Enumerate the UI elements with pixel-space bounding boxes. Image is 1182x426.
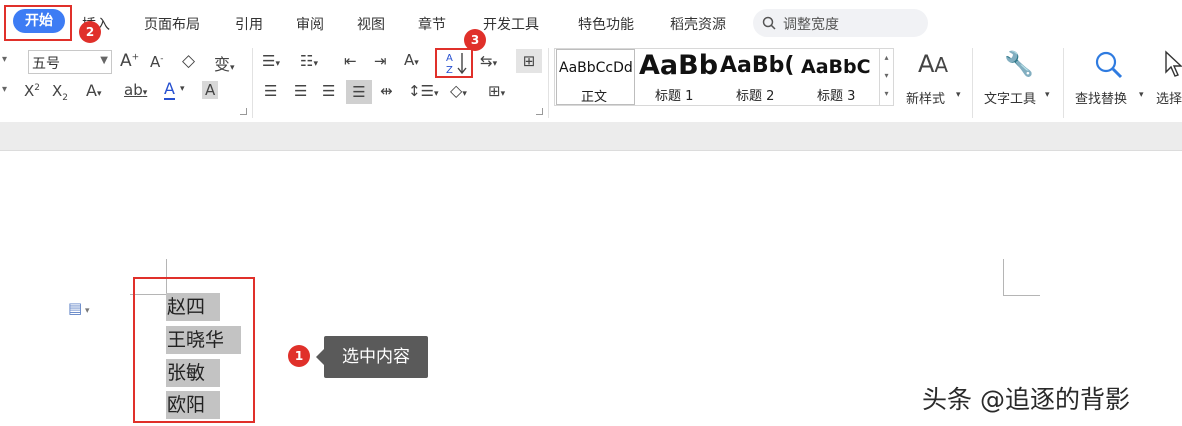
bullet-list-icon[interactable]: ☰▾ <box>262 52 280 70</box>
tab-section[interactable]: 章节 <box>418 14 446 34</box>
find-replace-button[interactable]: 查找替换 <box>1075 88 1127 107</box>
align-left-icon[interactable]: ☰ <box>264 82 277 100</box>
chinese-layout-icon[interactable]: A▾ <box>404 51 419 69</box>
font-color-icon[interactable]: A <box>164 80 175 100</box>
style-sample: AaBbC <box>801 56 871 78</box>
callout-arrow <box>316 349 324 365</box>
new-style-icon[interactable]: AA <box>918 50 948 78</box>
search-placeholder: 调整宽度 <box>783 17 839 33</box>
divider <box>548 48 549 118</box>
decrease-indent-icon[interactable]: ⇤ <box>344 52 357 70</box>
justify-icon[interactable]: ☰ <box>346 80 372 104</box>
tab-docer-resources[interactable]: 稻壳资源 <box>670 14 726 34</box>
text-effect-icon[interactable]: A▾ <box>86 81 101 100</box>
wrench-icon[interactable]: 🔧 <box>1004 50 1034 78</box>
step-badge-3: 3 <box>464 29 486 51</box>
style-name: 标题 2 <box>736 89 775 104</box>
increase-indent-icon[interactable]: ⇥ <box>374 52 387 70</box>
step-badge-2: 2 <box>79 21 101 43</box>
ribbon-tabs: 开始 插入 页面布局 引用 审阅 视图 章节 开发工具 特色功能 稻壳资源 <box>0 6 1182 40</box>
style-sample: AaBb( <box>720 53 795 78</box>
paragraph-options-icon[interactable]: ▤ ▾ <box>68 299 90 317</box>
callout-select-content: 选中内容 <box>324 336 428 378</box>
style-name: 标题 3 <box>817 89 856 104</box>
tab-references[interactable]: 引用 <box>235 14 263 34</box>
font-size-select[interactable]: 五号 ▼ <box>28 50 112 74</box>
divider <box>1063 48 1064 118</box>
table-border-icon[interactable]: ⊞ <box>516 49 542 73</box>
style-normal[interactable]: AaBbCcDd 正文 <box>556 49 635 105</box>
char-shading-icon[interactable]: A <box>202 81 219 99</box>
ribbon: 开始 插入 页面布局 引用 审阅 视图 章节 开发工具 特色功能 稻壳资源 2 … <box>0 0 1182 122</box>
search-box[interactable]: 调整宽度 <box>753 9 928 37</box>
highlight-icon[interactable]: ab▾ <box>124 81 147 99</box>
clear-format-icon[interactable]: ◇ <box>182 51 195 71</box>
numbered-list-icon[interactable]: ☷▾ <box>300 52 318 70</box>
style-sample: AaBb <box>639 50 717 81</box>
chevron-down-icon: ▼ <box>100 55 108 66</box>
step-badge-1: 1 <box>288 345 310 367</box>
style-name: 标题 1 <box>655 89 694 104</box>
chevron-down-icon[interactable]: ▾ <box>956 90 961 100</box>
tab-developer[interactable]: 开发工具 <box>483 14 539 34</box>
highlight-home-tab <box>4 5 72 41</box>
font-dialog-launcher-icon[interactable] <box>240 108 247 115</box>
style-heading-1[interactable]: AaBb 标题 1 <box>637 49 717 105</box>
align-center-icon[interactable]: ☰ <box>294 82 307 100</box>
tab-review[interactable]: 审阅 <box>296 14 324 34</box>
shrink-font-icon[interactable]: A- <box>150 53 164 71</box>
font-size-value: 五号 <box>32 56 60 72</box>
ruler-band <box>0 122 1182 151</box>
borders-icon[interactable]: ⊞▾ <box>488 82 505 100</box>
search-icon <box>762 16 776 30</box>
grow-font-icon[interactable]: A+ <box>120 51 139 71</box>
font-color-dropdown-icon[interactable]: ▾ <box>2 84 7 95</box>
style-heading-3[interactable]: AaBbC 标题 3 <box>799 49 879 105</box>
divider <box>252 48 253 118</box>
select-button[interactable]: 选择 <box>1156 88 1182 107</box>
style-gallery: AaBbCcDd 正文 AaBb 标题 1 AaBb( 标题 2 AaBbC 标… <box>554 48 894 106</box>
watermark: 头条 @追逐的背影 <box>922 385 1130 414</box>
text-tools-button[interactable]: 文字工具 <box>984 88 1036 107</box>
phonetic-guide-icon[interactable]: 变▾ <box>214 51 235 75</box>
style-sample: AaBbCcDd <box>559 60 633 76</box>
superscript-icon[interactable]: X2 <box>24 82 40 100</box>
tab-page-layout[interactable]: 页面布局 <box>144 14 200 34</box>
tab-special-features[interactable]: 特色功能 <box>578 14 634 34</box>
style-heading-2[interactable]: AaBb( 标题 2 <box>718 49 798 105</box>
align-right-icon[interactable]: ☰ <box>322 82 335 100</box>
font-name-dropdown-arrow-icon[interactable]: ▾ <box>2 54 7 65</box>
chevron-down-icon[interactable]: ▾ <box>1045 90 1050 100</box>
style-name: 正文 <box>581 90 608 105</box>
chevron-down-icon[interactable]: ▾ <box>1139 90 1144 100</box>
margin-corner-top-right <box>1003 259 1040 296</box>
tab-view[interactable]: 视图 <box>357 14 385 34</box>
magnifier-icon[interactable] <box>1094 50 1124 84</box>
paragraph-dialog-launcher-icon[interactable] <box>536 108 543 115</box>
divider <box>972 48 973 118</box>
shading-icon[interactable]: ◇▾ <box>450 81 467 100</box>
subscript-icon[interactable]: X2 <box>52 82 68 103</box>
distributed-align-icon[interactable]: ⇹ <box>380 82 393 100</box>
show-hide-marks-icon[interactable]: ⇆▾ <box>480 52 497 70</box>
line-spacing-icon[interactable]: ↕☰▾ <box>408 82 439 100</box>
new-style-button[interactable]: 新样式 <box>906 88 945 107</box>
highlight-selection <box>133 277 255 423</box>
style-gallery-scrollbar[interactable]: ▴ ▾ ▾ <box>879 49 893 105</box>
font-color-arrow-icon[interactable]: ▾ <box>180 84 185 94</box>
highlight-sort-button <box>435 48 473 78</box>
cursor-arrow-icon[interactable] <box>1164 50 1182 82</box>
